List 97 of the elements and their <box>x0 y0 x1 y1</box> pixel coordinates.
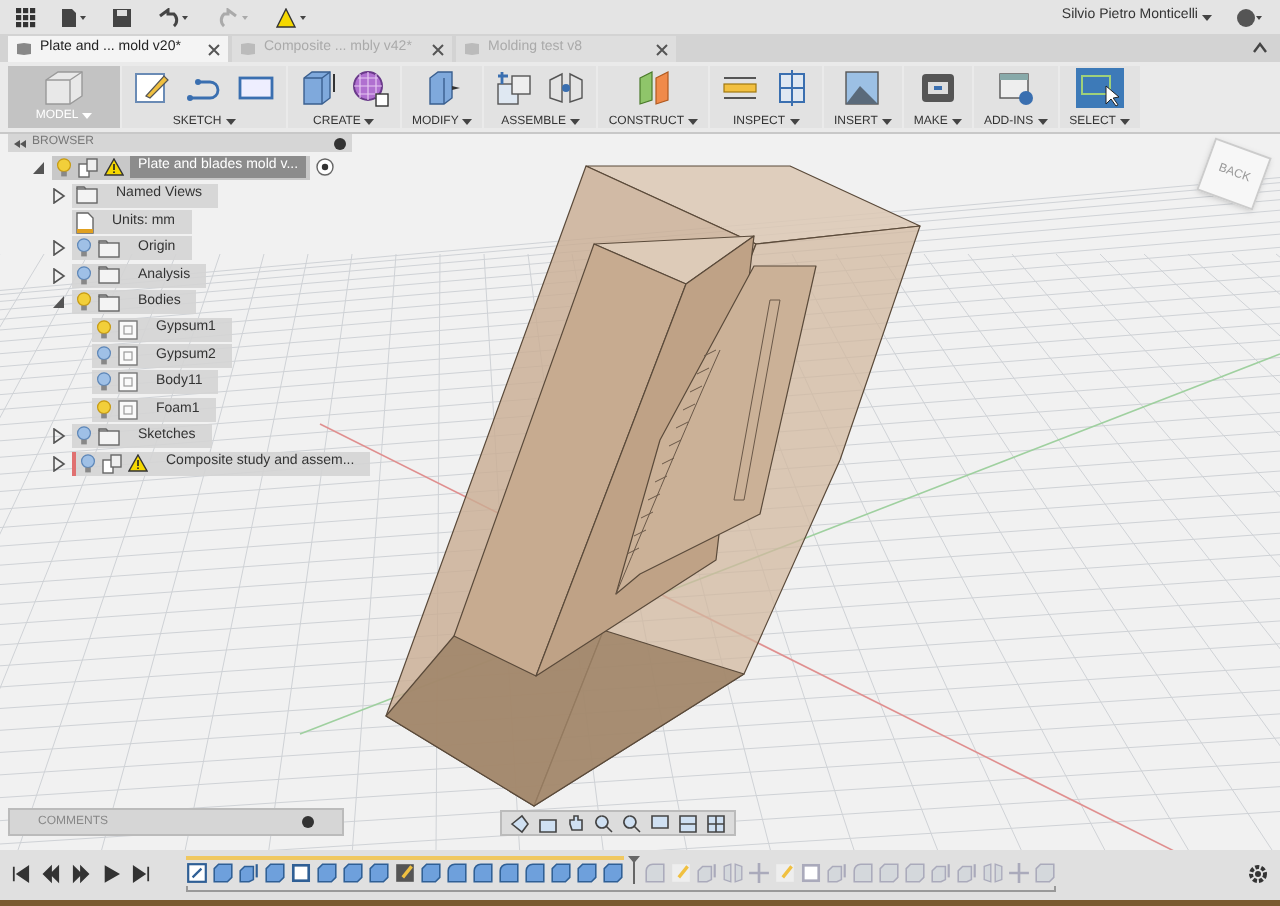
collapsed-arrow-icon[interactable] <box>52 187 66 204</box>
look-at-icon[interactable] <box>538 813 558 833</box>
mesh-sphere-icon[interactable] <box>350 68 390 108</box>
body-icon <box>118 372 138 393</box>
file-icon[interactable] <box>60 7 88 27</box>
timeline-feature-icon[interactable] <box>576 861 598 883</box>
timeline-feature-icon[interactable] <box>420 861 442 883</box>
folder-icon <box>98 427 120 446</box>
collapsed-arrow-icon[interactable] <box>52 428 66 445</box>
mold-drawing[interactable] <box>385 165 921 807</box>
pan-hand-icon[interactable] <box>566 813 586 833</box>
document-icon <box>76 211 94 234</box>
expanded-arrow-icon[interactable] <box>52 294 66 311</box>
display-settings-icon[interactable] <box>650 813 670 833</box>
close-icon[interactable] <box>208 43 220 55</box>
timeline-feature-icon[interactable] <box>524 861 546 883</box>
document-icon <box>240 42 256 56</box>
timeline-feature-icon[interactable] <box>446 861 468 883</box>
document-icon <box>464 42 480 56</box>
timeline-feature-icon[interactable] <box>602 861 624 883</box>
caret-icon[interactable] <box>1037 118 1048 126</box>
timeline-feature-icon[interactable] <box>186 861 208 883</box>
body-icon <box>118 399 138 420</box>
folder-icon <box>76 186 98 205</box>
close-icon[interactable] <box>432 43 444 55</box>
window-gear-icon[interactable] <box>995 68 1036 108</box>
cube-icon <box>42 69 86 105</box>
step-forward-icon[interactable] <box>72 863 90 883</box>
collapsed-arrow-icon[interactable] <box>52 455 66 472</box>
caret-icon[interactable] <box>570 118 581 126</box>
components-icon[interactable] <box>494 68 535 108</box>
grid-menu-icon[interactable] <box>16 7 36 27</box>
printer-icon[interactable] <box>917 68 958 108</box>
lightbulb-icon[interactable] <box>96 372 112 393</box>
undo-icon[interactable] <box>156 7 192 27</box>
zoom-window-icon[interactable] <box>594 813 614 833</box>
box-extrude-icon[interactable] <box>298 68 338 108</box>
viewports-icon[interactable] <box>706 813 726 833</box>
collapsed-arrow-icon[interactable] <box>52 267 66 284</box>
caret-icon[interactable] <box>364 118 375 126</box>
save-icon[interactable] <box>112 7 132 27</box>
play-icon[interactable] <box>102 863 120 883</box>
caret-icon[interactable] <box>789 118 800 126</box>
timeline-feature-icon[interactable] <box>368 861 390 883</box>
select-cursor-icon[interactable] <box>1075 68 1124 108</box>
panel-pin-icon[interactable] <box>302 816 314 828</box>
timeline-marker-icon[interactable] <box>628 855 640 883</box>
body-icon <box>118 319 138 340</box>
radio-target-icon[interactable] <box>316 158 335 176</box>
panel-pin-icon[interactable] <box>334 137 346 149</box>
timeline-feature-icon[interactable] <box>316 861 338 883</box>
joint-icon[interactable] <box>546 68 587 108</box>
timeline-feature-icon[interactable] <box>290 861 312 883</box>
timeline-feature-icon[interactable] <box>472 861 494 883</box>
expanded-arrow-icon[interactable] <box>32 159 46 175</box>
timeline-feature-icon[interactable] <box>212 861 234 883</box>
caret-icon[interactable] <box>1119 118 1130 126</box>
folder-icon <box>98 266 120 285</box>
lightbulb-icon[interactable] <box>96 346 112 367</box>
step-back-icon[interactable] <box>42 863 60 883</box>
timeline-feature-icon[interactable] <box>264 861 286 883</box>
collapse-panel-icon[interactable] <box>14 139 26 147</box>
timeline-feature-icon[interactable] <box>238 861 260 883</box>
body-icon <box>118 346 138 367</box>
lightbulb-icon[interactable] <box>80 453 96 474</box>
search-icon[interactable] <box>622 813 642 833</box>
component-icon <box>102 453 122 474</box>
timeline-feature-icon[interactable] <box>394 861 416 883</box>
caret-icon[interactable] <box>1202 13 1212 21</box>
lightbulb-icon[interactable] <box>76 238 92 259</box>
caret-icon[interactable] <box>881 118 892 126</box>
orbit-icon[interactable] <box>510 813 530 833</box>
close-icon[interactable] <box>656 43 668 55</box>
grid-settings-icon[interactable] <box>678 813 698 833</box>
timeline-feature-icon[interactable] <box>342 861 364 883</box>
skip-to-end-icon[interactable] <box>132 863 150 883</box>
sketch-pencil-icon[interactable] <box>132 68 172 108</box>
lightbulb-icon[interactable] <box>76 426 92 447</box>
folder-icon <box>98 239 120 258</box>
caret-icon[interactable] <box>225 118 236 126</box>
timeline-feature-icon[interactable] <box>550 861 572 883</box>
caret-icon[interactable] <box>462 118 473 126</box>
caret-icon[interactable] <box>688 118 699 126</box>
component-icon <box>78 157 98 177</box>
caret-icon[interactable] <box>951 118 962 126</box>
help-icon[interactable] <box>1236 7 1264 27</box>
timeline-feature-icon[interactable] <box>498 861 520 883</box>
settings-icon[interactable] <box>1248 863 1268 883</box>
lightbulb-icon[interactable] <box>76 265 92 286</box>
skip-to-start-icon[interactable] <box>12 863 30 883</box>
warning-icon[interactable] <box>276 7 308 27</box>
collapsed-arrow-icon[interactable] <box>52 240 66 257</box>
collapse-caret-icon[interactable] <box>1252 40 1268 56</box>
document-icon <box>16 42 32 56</box>
image-icon[interactable] <box>842 68 883 108</box>
folder-icon <box>98 293 120 312</box>
construction-planes-icon[interactable] <box>633 68 674 108</box>
